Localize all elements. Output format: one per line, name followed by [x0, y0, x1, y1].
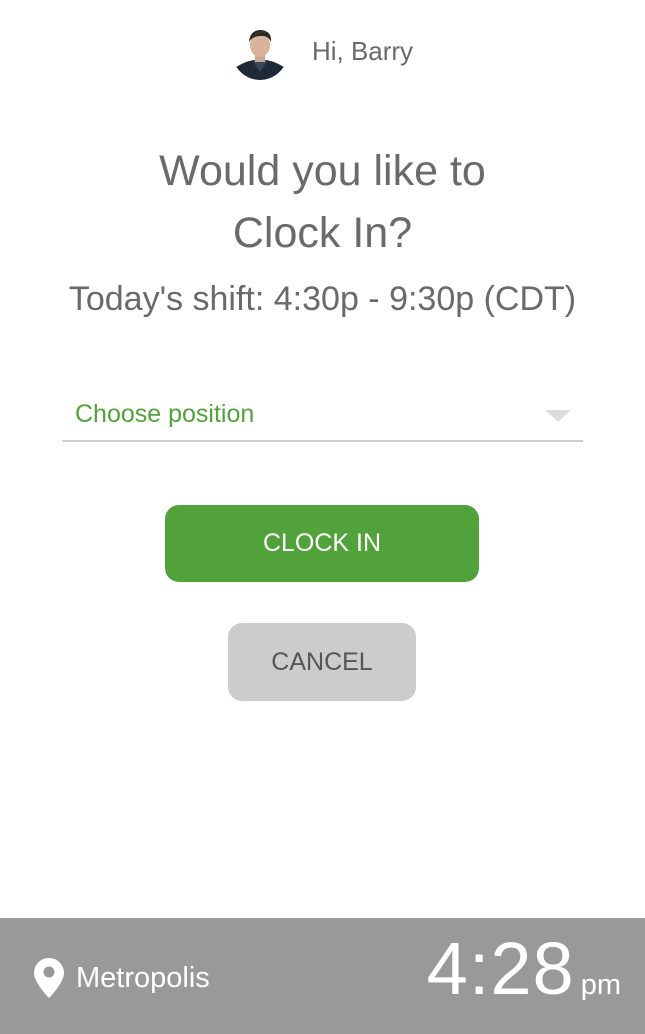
clock-in-question: Would you like to Clock In?	[0, 140, 645, 264]
greeting-text: Hi, Barry	[311, 35, 414, 66]
time-ampm: pm	[580, 969, 621, 1001]
header: Hi, Barry	[0, 22, 645, 82]
dropdown-caret-icon	[545, 410, 571, 422]
position-select[interactable]: Choose position	[62, 392, 583, 442]
clock-in-button[interactable]: CLOCK IN	[165, 505, 479, 582]
current-time: 4:28 pm	[427, 932, 621, 1006]
position-select-placeholder: Choose position	[75, 400, 255, 428]
time-value: 4:28	[426, 927, 575, 1010]
map-pin-icon	[34, 958, 64, 998]
footer-bar: Metropolis 4:28 pm	[0, 918, 645, 1034]
location: Metropolis	[34, 958, 210, 998]
shift-info: Today's shift: 4:30p - 9:30p (CDT)	[68, 280, 577, 318]
location-name: Metropolis	[76, 961, 210, 994]
question-line-2: Clock In?	[232, 209, 413, 257]
user-avatar	[231, 24, 288, 80]
cancel-button[interactable]: CANCEL	[228, 623, 416, 701]
question-line-1: Would you like to	[159, 147, 486, 195]
